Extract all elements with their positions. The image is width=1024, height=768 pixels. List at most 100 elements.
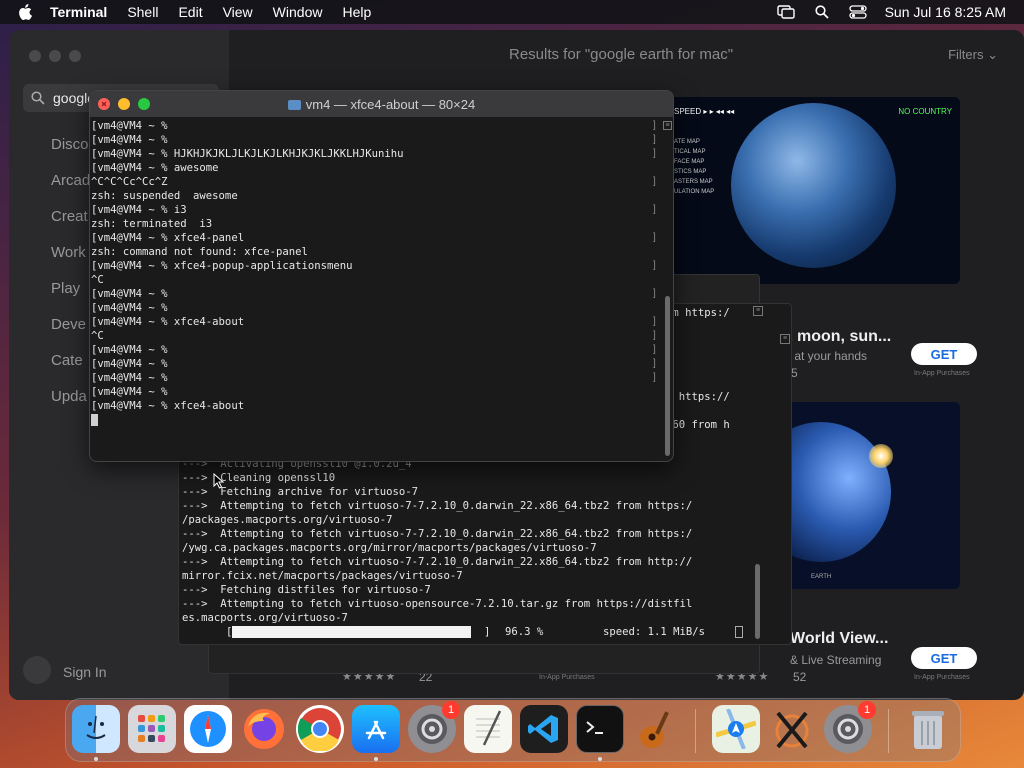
sign-in-link[interactable]: Sign In: [63, 664, 107, 680]
app-store-window-controls: [29, 50, 81, 62]
get-button-1[interactable]: GET: [911, 343, 977, 365]
filters-label: Filters: [948, 47, 984, 62]
app-title-1[interactable]: & moon, sun...: [781, 328, 891, 346]
spotlight-search-icon[interactable]: [813, 5, 831, 19]
terminal-title-text: vm4 — xfce4-about — 80×24: [305, 96, 476, 112]
minimize-button[interactable]: [49, 50, 61, 62]
trash-icon[interactable]: [904, 705, 952, 753]
screenshot-country-label: NO COUNTRY: [898, 107, 952, 116]
scroll-toggle-icon[interactable]: ≡: [780, 334, 790, 344]
app-screenshot-1[interactable]: SPEED ▸ ▸ ◂◂ ◂◂ NO COUNTRY ATE MAP TICAL…: [659, 97, 960, 284]
sidebar-item-work[interactable]: Work: [51, 244, 86, 261]
firefox-icon[interactable]: [240, 705, 288, 753]
zoom-button[interactable]: [69, 50, 81, 62]
earth-globe-image: [731, 103, 896, 268]
terminal-title: vm4 — xfce4-about — 80×24: [90, 97, 673, 112]
chevron-down-icon: ⌄: [987, 47, 998, 62]
chrome-icon[interactable]: [296, 705, 344, 753]
progress-percent: 96.3 %: [505, 626, 544, 638]
finder-icon[interactable]: [72, 705, 120, 753]
system-settings-icon[interactable]: 1: [408, 701, 460, 753]
terminal-line: zsh: terminated i3: [91, 218, 213, 230]
screen-mirroring-icon[interactable]: [776, 5, 795, 19]
terminal-scrollbar[interactable]: [755, 564, 760, 639]
terminal-line: [vm4@VM4 ~ %: [91, 288, 168, 300]
scroll-toggle-icon[interactable]: ≡: [753, 306, 763, 316]
terminal-line: ^C: [91, 330, 104, 342]
terminal-icon[interactable]: [576, 705, 624, 753]
app-rating-count-1: 5: [791, 366, 798, 380]
terminal-title-bar[interactable]: vm4 — xfce4-about — 80×24: [90, 91, 673, 117]
terminal-right-brackets: ] ] ] ] ] ] ] ] ] ] ] ] ]: [653, 120, 656, 383]
system-settings-icon-2[interactable]: 1: [824, 701, 876, 753]
notification-badge: 1: [858, 701, 876, 719]
terminal-line: zsh: command not found: xfce-panel: [91, 246, 308, 258]
control-center-icon[interactable]: [848, 5, 867, 19]
menu-clock[interactable]: Sun Jul 16 8:25 AM: [885, 4, 1006, 20]
apple-menu-icon[interactable]: [18, 4, 32, 20]
dock-separator: [695, 709, 696, 753]
terminal-line: m https://: [666, 391, 730, 403]
terminal-line: [vm4@VM4 ~ %: [91, 372, 168, 384]
running-indicator: [598, 757, 602, 761]
terminal-output-macports: ---> Activating openssl10 @1.0.2u_4 --->…: [182, 457, 752, 629]
terminal-line: ---> Attempting to fetch virtuoso-7-7.2.…: [182, 528, 693, 540]
vscode-icon[interactable]: [520, 705, 568, 753]
terminal-cursor: [91, 414, 98, 426]
textedit-icon[interactable]: [464, 705, 512, 753]
terminal-line: es.macports.org/virtuoso-7: [182, 612, 348, 624]
terminal-scrollbar[interactable]: [665, 296, 670, 456]
menu-edit[interactable]: Edit: [178, 4, 202, 20]
app-store-icon[interactable]: [352, 705, 400, 753]
terminal-output-main[interactable]: [vm4@VM4 ~ % [vm4@VM4 ~ % [vm4@VM4 ~ % H…: [91, 119, 661, 459]
terminal-line: ^C^C^Cc^Cc^Z: [91, 176, 168, 188]
dock-separator: [888, 709, 889, 753]
sidebar-item-arcade[interactable]: Arcad: [51, 172, 90, 189]
terminal-window-main[interactable]: vm4 — xfce4-about — 80×24 [vm4@VM4 ~ % […: [89, 90, 674, 462]
in-app-purchases-label-2: In-App Purchases: [914, 674, 970, 681]
dock: 1 1: [65, 698, 961, 762]
screenshot-speed-label: SPEED ▸ ▸ ◂◂ ◂◂: [674, 107, 735, 116]
menu-window[interactable]: Window: [273, 4, 323, 20]
progress-bracket-right: ]: [484, 626, 491, 638]
sidebar-item-discover[interactable]: Disco: [51, 136, 89, 153]
garageband-icon[interactable]: [632, 705, 680, 753]
app-title-2[interactable]: World View...: [790, 630, 888, 648]
terminal-line: [vm4@VM4 ~ % xfce4-about: [91, 316, 245, 328]
maps-icon[interactable]: [712, 705, 760, 753]
download-speed: speed: 1.1 MiB/s: [603, 626, 706, 638]
terminal-line: ---> Fetching distfiles for virtuoso-7: [182, 584, 431, 596]
launchpad-icon[interactable]: [128, 705, 176, 753]
safari-icon[interactable]: [184, 705, 232, 753]
terminal-line: [vm4@VM4 ~ % awesome: [91, 162, 219, 174]
screenshot-menu-item: ULATION MAP: [674, 189, 715, 195]
xquartz-icon[interactable]: [768, 705, 816, 753]
app-subtitle-2: & Live Streaming: [790, 653, 882, 667]
close-button[interactable]: [29, 50, 41, 62]
app-screenshot-2[interactable]: EARTH: [781, 402, 960, 589]
menu-shell[interactable]: Shell: [127, 4, 158, 20]
terminal-line: [vm4@VM4 ~ % i3: [91, 204, 187, 216]
sidebar-item-play[interactable]: Play: [51, 280, 80, 297]
avatar[interactable]: [23, 656, 51, 684]
scroll-toggle-icon[interactable]: ≡: [663, 121, 672, 130]
filters-button[interactable]: Filters ⌄: [948, 47, 998, 63]
sidebar-item-categories[interactable]: Cate: [51, 352, 83, 369]
terminal-side-text: om https:/ m https:// 160 from h: [666, 306, 746, 436]
sidebar-item-develop[interactable]: Deve: [51, 316, 86, 333]
menu-help[interactable]: Help: [342, 4, 371, 20]
get-button-2[interactable]: GET: [911, 647, 977, 669]
menu-bar: Terminal Shell Edit View Window Help Sun…: [0, 0, 1024, 24]
terminal-cursor: [735, 626, 743, 638]
sidebar-item-updates[interactable]: Upda: [51, 388, 87, 405]
menu-view[interactable]: View: [223, 4, 253, 20]
app-subtitle-1: et at your hands: [781, 349, 868, 363]
sidebar-item-create[interactable]: Creat: [51, 208, 88, 225]
menu-app-name[interactable]: Terminal: [50, 4, 107, 20]
screenshot-menu-list: ATE MAP TICAL MAP FACE MAP STICS MAP AST…: [674, 137, 714, 197]
